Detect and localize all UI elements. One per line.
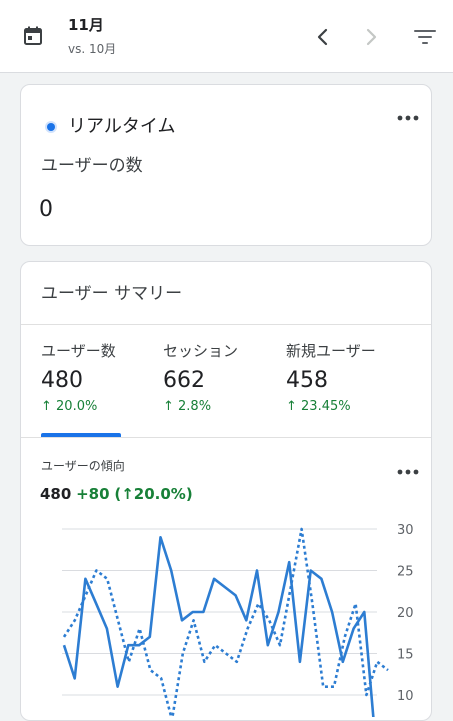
summary-title: ユーザー サマリー (41, 284, 183, 304)
y-tick-label: 25 (397, 565, 414, 580)
metric-value: 458 (286, 368, 328, 393)
user-trend-chart: 30 25 20 15 10 (62, 523, 414, 717)
chevron-left-icon[interactable] (313, 26, 333, 48)
trend-delta-pct-wrap: (↑20.0%) (114, 485, 193, 503)
more-options-icon[interactable] (397, 467, 419, 477)
live-dot-icon (45, 121, 57, 133)
metric-change: ↑ 20.0% (41, 398, 161, 416)
calendar-icon[interactable] (22, 25, 44, 47)
metric-change-value: 2.8% (178, 399, 212, 414)
y-tick-label: 20 (397, 606, 414, 621)
y-tick-label: 10 (397, 689, 414, 704)
trend-total: 480 (40, 485, 72, 503)
metric-value: 662 (163, 368, 205, 393)
metric-label: セッション (163, 342, 239, 360)
realtime-title: リアルタイム (68, 116, 176, 137)
filter-icon[interactable] (412, 26, 438, 48)
realtime-users-label: ユーザーの数 (41, 156, 143, 176)
current-month: 11月 (68, 16, 104, 34)
previous-period-line (62, 527, 389, 717)
divider (21, 324, 431, 325)
user-summary-card: ユーザー サマリー ユーザー数 480 ↑ 20.0% セッション 662 ↑ … (20, 261, 432, 721)
metric-change-value: 20.0% (56, 399, 98, 414)
more-options-icon[interactable] (397, 113, 419, 123)
arrow-up-icon: ↑ (41, 399, 57, 414)
metric-label: ユーザー数 (41, 342, 116, 360)
metric-change-value: 23.45% (301, 399, 351, 414)
metric-tab-sessions[interactable]: セッション 662 ↑ 2.8% (163, 340, 283, 416)
metric-tab-new-users[interactable]: 新規ユーザー 458 ↑ 23.45% (286, 340, 406, 416)
arrow-up-icon: ↑ (286, 399, 302, 414)
metric-value: 480 (41, 368, 83, 393)
metric-change: ↑ 23.45% (286, 398, 406, 416)
trend-summary: 480 +80 (↑20.0%) (40, 483, 193, 505)
arrow-up-icon: ↑ (163, 399, 179, 414)
trend-title: ユーザーの傾向 (41, 459, 125, 473)
chevron-right-icon[interactable] (361, 26, 381, 48)
metric-label: 新規ユーザー (286, 342, 376, 360)
divider (21, 437, 431, 438)
realtime-card[interactable]: リアルタイム ユーザーの数 0 (20, 84, 432, 246)
metric-change: ↑ 2.8% (163, 398, 283, 416)
trend-delta: +80 (76, 485, 110, 503)
compare-period: vs. 10月 (68, 42, 117, 56)
date-range-bar: 11月 vs. 10月 (0, 0, 453, 73)
trend-delta-pct: 20.0% (133, 485, 186, 503)
current-period-line (62, 535, 375, 717)
date-period[interactable]: 11月 vs. 10月 (68, 15, 116, 58)
realtime-users-value: 0 (39, 197, 53, 222)
arrow-up-icon: ↑ (121, 485, 134, 503)
metric-tab-users[interactable]: ユーザー数 480 ↑ 20.0% (41, 340, 161, 416)
y-tick-label: 15 (397, 648, 414, 663)
y-tick-label: 30 (397, 523, 414, 538)
